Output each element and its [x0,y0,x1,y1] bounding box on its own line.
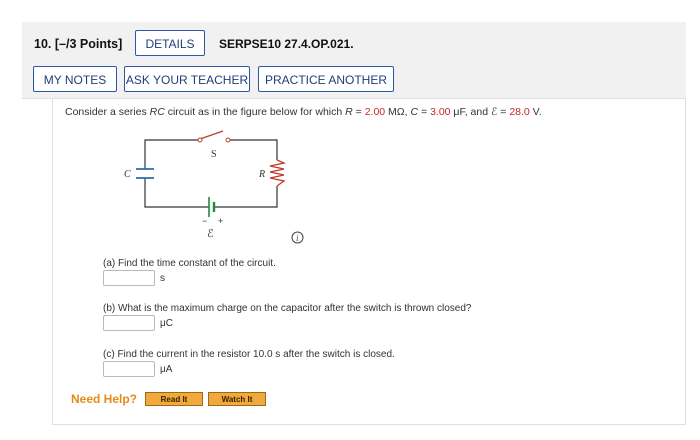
assignment-code: SERPSE10 27.4.OP.021. [219,37,354,51]
emf-unit: V. [529,106,542,118]
capacitor-label: C [124,169,131,180]
resistance-unit: MΩ, [385,106,411,118]
part-a-question: (a) Find the time constant of the circui… [103,258,276,269]
capacitor-icon [136,168,154,179]
resistor-icon [269,159,287,187]
question-content: Consider a series RC circuit as in the f… [52,98,686,425]
question-header: 10. [–/3 Points] DETAILS SERPSE10 27.4.O… [22,22,686,99]
question-number-and-points: 10. [–/3 Points] [34,37,122,51]
part-c-input[interactable] [103,361,155,377]
battery-plus: + [218,216,223,226]
practice-another-button[interactable]: PRACTICE ANOTHER [258,66,394,92]
switch-icon [197,130,231,143]
part-c-unit: μA [160,363,173,375]
part-b-input[interactable] [103,315,155,331]
watch-it-button[interactable]: Watch It [208,392,266,406]
part-c-answer: μA [103,360,172,378]
prompt-text-2: circuit as in the figure below for which [164,106,346,118]
part-b-unit: μC [160,317,173,329]
capacitance-value: 3.00 [430,106,451,118]
part-b-answer: μC [103,314,173,332]
battery-minus: − [202,216,207,226]
resistor-label: R [258,169,265,180]
emf-equals: = [497,106,510,118]
emf-label: ℰ [207,227,214,240]
prompt-text-1: Consider a series [65,106,150,118]
emf-value: 28.0 [509,106,530,118]
resistance-equals: = [352,106,365,118]
capacitance-unit: μF, and [450,106,491,118]
part-a-unit: s [160,272,165,284]
part-a-answer: s [103,269,165,287]
capacitance-equals: = [418,106,431,118]
problem-statement: Consider a series RC circuit as in the f… [65,106,542,118]
resistance-value: 2.00 [364,106,386,118]
prompt-rc: RC [149,106,165,118]
question-number: 10. [34,37,52,51]
part-c-question: (c) Find the current in the resistor 10.… [103,349,395,360]
rc-circuit-figure: S C R − + ℰ [124,130,287,240]
part-a-input[interactable] [103,270,155,286]
battery-icon [208,197,216,217]
my-notes-button[interactable]: MY NOTES [33,66,117,92]
points-label: [–/3 Points] [54,37,123,51]
resistance-symbol: R [345,106,353,118]
read-it-button[interactable]: Read It [145,392,203,406]
info-icon[interactable]: i [291,231,304,244]
capacitance-symbol: C [410,106,419,118]
details-button[interactable]: DETAILS [135,30,205,56]
ask-your-teacher-button[interactable]: ASK YOUR TEACHER [124,66,250,92]
need-help-label: Need Help? [71,392,138,406]
switch-label: S [211,149,217,160]
part-b-question: (b) What is the maximum charge on the ca… [103,303,472,314]
